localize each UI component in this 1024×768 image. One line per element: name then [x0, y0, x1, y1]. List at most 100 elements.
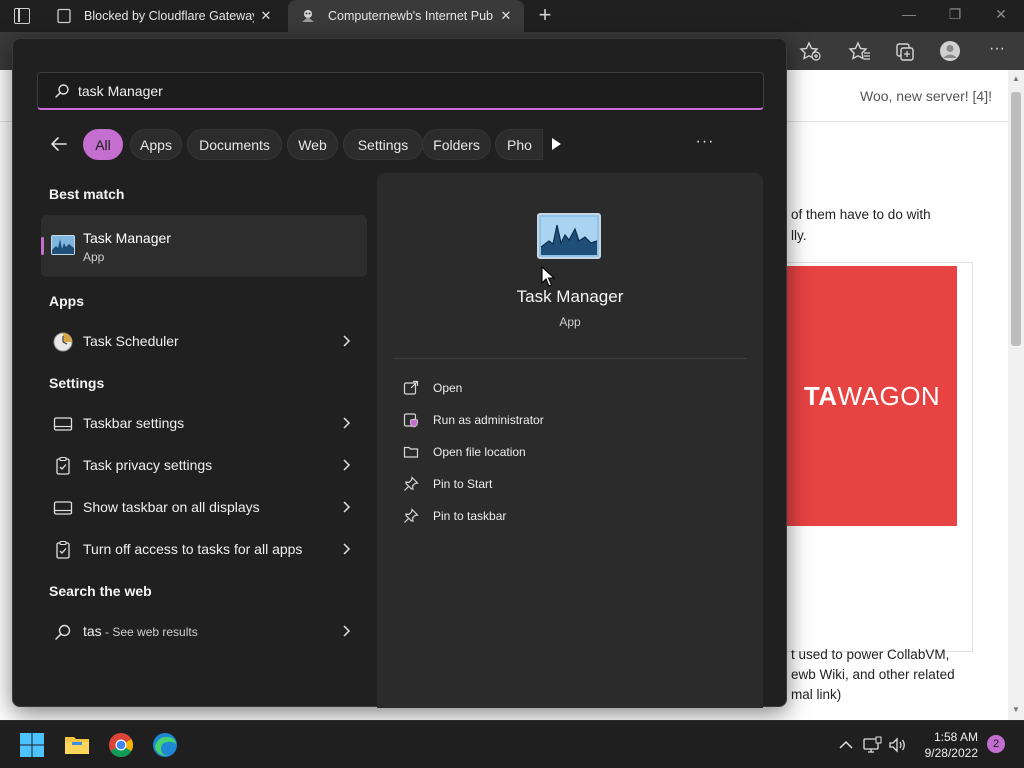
start-button-icon[interactable] — [18, 731, 46, 759]
filter-settings[interactable]: Settings — [343, 129, 423, 160]
web-result-label: tas - See web results — [83, 623, 198, 639]
pin-icon — [404, 508, 419, 523]
action-pin-to-start[interactable]: Pin to Start — [403, 472, 703, 496]
search-icon — [55, 624, 71, 640]
settings-more-icon[interactable]: ··· — [985, 40, 1009, 62]
clipboard-check-icon — [56, 456, 70, 475]
best-match-type: App — [83, 250, 105, 264]
scroll-up-icon[interactable]: ▲ — [1010, 74, 1022, 86]
chevron-right-icon — [343, 543, 351, 555]
result-show-taskbar-all-displays[interactable]: Show taskbar on all displays — [41, 487, 367, 527]
clock-time: 1:58 AM — [933, 730, 978, 744]
minimize-icon[interactable]: — — [894, 6, 924, 26]
tab-label: Blocked by Cloudflare Gateway — [84, 9, 254, 23]
result-label: Turn off access to tasks for all apps — [83, 541, 303, 557]
chrome-icon[interactable] — [107, 731, 135, 759]
file-explorer-icon[interactable] — [63, 731, 91, 759]
task-manager-large-icon — [537, 213, 601, 259]
section-best-match: Best match — [49, 186, 125, 202]
action-run-as-admin[interactable]: Run as administrator — [403, 408, 703, 432]
volume-icon[interactable] — [887, 735, 907, 755]
notification-badge[interactable]: 2 — [987, 735, 1005, 753]
tab-blocked[interactable]: Blocked by Cloudflare Gateway ✕ — [44, 0, 284, 32]
section-settings: Settings — [49, 375, 105, 391]
scroll-thumb[interactable] — [1011, 92, 1021, 346]
preview-pane: Task Manager App Open Run as administrat… — [377, 173, 763, 708]
scroll-down-icon[interactable]: ▼ — [1010, 705, 1022, 717]
news-link[interactable]: Woo, new server! [4]! — [860, 88, 992, 104]
scroll-filters-right-icon[interactable] — [547, 135, 565, 153]
favorites-icon[interactable] — [848, 40, 872, 62]
action-label: Pin to taskbar — [433, 509, 507, 523]
filter-photos[interactable]: Pho — [495, 129, 543, 160]
chevron-right-icon — [343, 459, 351, 471]
action-label: Open — [433, 381, 463, 395]
action-open-file-location[interactable]: Open file location — [403, 440, 703, 464]
network-icon[interactable] — [862, 735, 882, 755]
action-open[interactable]: Open — [403, 376, 703, 400]
banner-text-light: WAGON — [837, 380, 941, 411]
page-text: ewb Wiki, and other related — [791, 667, 955, 682]
preview-app-name: Task Manager — [516, 287, 624, 306]
taskbar-clock[interactable]: 1:58 AM 9/28/2022 — [918, 729, 978, 761]
filter-apps[interactable]: Apps — [130, 129, 182, 160]
edge-icon[interactable] — [151, 731, 179, 759]
result-task-scheduler[interactable]: Task Scheduler — [41, 321, 367, 361]
close-window-icon[interactable]: ✕ — [986, 6, 1016, 26]
page-text: of them have to do with — [791, 207, 931, 222]
browser-titlebar: Blocked by Cloudflare Gateway ✕ Computer… — [0, 0, 1024, 32]
result-label: Task Scheduler — [83, 333, 179, 349]
result-label: Taskbar settings — [83, 415, 185, 431]
best-match-name: Task Manager — [83, 230, 171, 246]
new-tab-button[interactable]: + — [534, 4, 556, 27]
action-label: Pin to Start — [433, 477, 493, 491]
collections-icon[interactable] — [893, 40, 917, 62]
action-pin-to-taskbar[interactable]: Pin to taskbar — [403, 504, 703, 528]
taskbar: 1:58 AM 9/28/2022 2 — [0, 720, 1024, 768]
tab-close-button[interactable]: ✕ — [254, 8, 278, 24]
preview-app-type: App — [559, 315, 581, 329]
result-taskbar-settings[interactable]: Taskbar settings — [41, 403, 367, 443]
filter-documents[interactable]: Documents — [187, 129, 282, 160]
page-text: mal link) — [791, 687, 842, 702]
search-input[interactable] — [78, 80, 738, 102]
result-label: Task privacy settings — [83, 457, 213, 473]
action-label: Open file location — [433, 445, 526, 459]
banner-text-bold: TA — [803, 380, 838, 411]
tab-actions-icon[interactable] — [14, 8, 30, 24]
filter-all[interactable]: All — [83, 129, 123, 160]
tab-label: Computernewb's Internet Pub Hub — [328, 9, 494, 23]
taskbar-settings-icon — [53, 417, 73, 431]
back-arrow-icon[interactable] — [49, 134, 69, 154]
folder-icon — [403, 446, 419, 458]
chevron-right-icon — [343, 335, 351, 347]
add-favorite-icon[interactable] — [798, 40, 822, 62]
search-icon — [55, 84, 69, 98]
clipboard-check-icon — [56, 540, 70, 559]
tab-close-button[interactable]: ✕ — [494, 8, 518, 24]
result-task-privacy-settings[interactable]: Task privacy settings — [41, 445, 367, 485]
taskbar-display-icon — [53, 501, 73, 515]
result-turn-off-task-access[interactable]: Turn off access to tasks for all apps — [41, 529, 367, 569]
chevron-right-icon — [343, 501, 351, 513]
search-box[interactable] — [37, 72, 764, 110]
tab-pub-hub[interactable]: Computernewb's Internet Pub Hub ✕ — [288, 0, 524, 32]
section-apps: Apps — [49, 293, 84, 309]
profile-avatar-icon[interactable] — [938, 40, 962, 62]
task-scheduler-icon — [53, 332, 73, 352]
start-search-flyout: All Apps Documents Web Settings Folders … — [12, 38, 787, 708]
filter-web[interactable]: Web — [287, 129, 338, 160]
restore-icon[interactable]: ❐ — [940, 6, 970, 26]
chevron-right-icon — [343, 625, 351, 637]
clock-date: 9/28/2022 — [924, 746, 978, 760]
web-suffix: - See web results — [101, 625, 198, 639]
filter-folders[interactable]: Folders — [422, 129, 491, 160]
result-web-search[interactable]: tas - See web results — [41, 611, 367, 651]
chevron-up-icon[interactable] — [836, 735, 856, 755]
best-match-task-manager[interactable]: Task Manager App — [41, 215, 367, 277]
page-icon — [57, 8, 71, 24]
more-options-icon[interactable]: ··· — [695, 134, 715, 154]
divider — [393, 358, 747, 359]
site-favicon-icon — [302, 10, 314, 22]
page-text: lly. — [791, 228, 807, 243]
